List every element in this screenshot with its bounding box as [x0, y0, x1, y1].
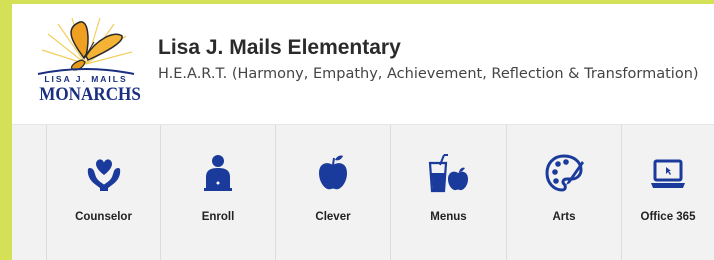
logo-top-text: LISA J. MAILS [44, 74, 128, 84]
quick-links-nav: Counselor Enroll Clever Menus Arts Offic… [12, 124, 714, 260]
person-laptop-icon [194, 149, 242, 197]
nav-item-label: Office 365 [640, 211, 696, 223]
nav-item-label: Clever [315, 211, 351, 223]
left-accent-bar [0, 0, 12, 260]
nav-item-arts[interactable]: Arts [507, 125, 621, 260]
nav-item-menus[interactable]: Menus [391, 125, 506, 260]
laptop-icon [644, 149, 692, 197]
site-header: LISA J. MAILS MONARCHS Lisa J. Mails Ele… [12, 4, 714, 124]
palette-icon [540, 149, 588, 197]
nav-item-label: Arts [552, 211, 576, 223]
school-motto: H.E.A.R.T. (Harmony, Empathy, Achievemen… [158, 66, 699, 82]
school-logo[interactable]: LISA J. MAILS MONARCHS [34, 12, 141, 108]
drink-apple-icon [425, 149, 473, 197]
nav-item-office-365[interactable]: Office 365 [622, 125, 714, 260]
nav-item-label: Enroll [201, 211, 235, 223]
logo-bottom-text: MONARCHS [39, 84, 141, 105]
nav-item-label: Menus [430, 211, 467, 223]
heart-hands-icon [80, 149, 128, 197]
nav-item-enroll[interactable]: Enroll [161, 125, 275, 260]
nav-item-clever[interactable]: Clever [276, 125, 390, 260]
nav-item-label: Counselor [75, 211, 132, 223]
school-name[interactable]: Lisa J. Mails Elementary [158, 36, 401, 60]
nav-item-counselor[interactable]: Counselor [47, 125, 160, 260]
apple-icon [309, 149, 357, 197]
